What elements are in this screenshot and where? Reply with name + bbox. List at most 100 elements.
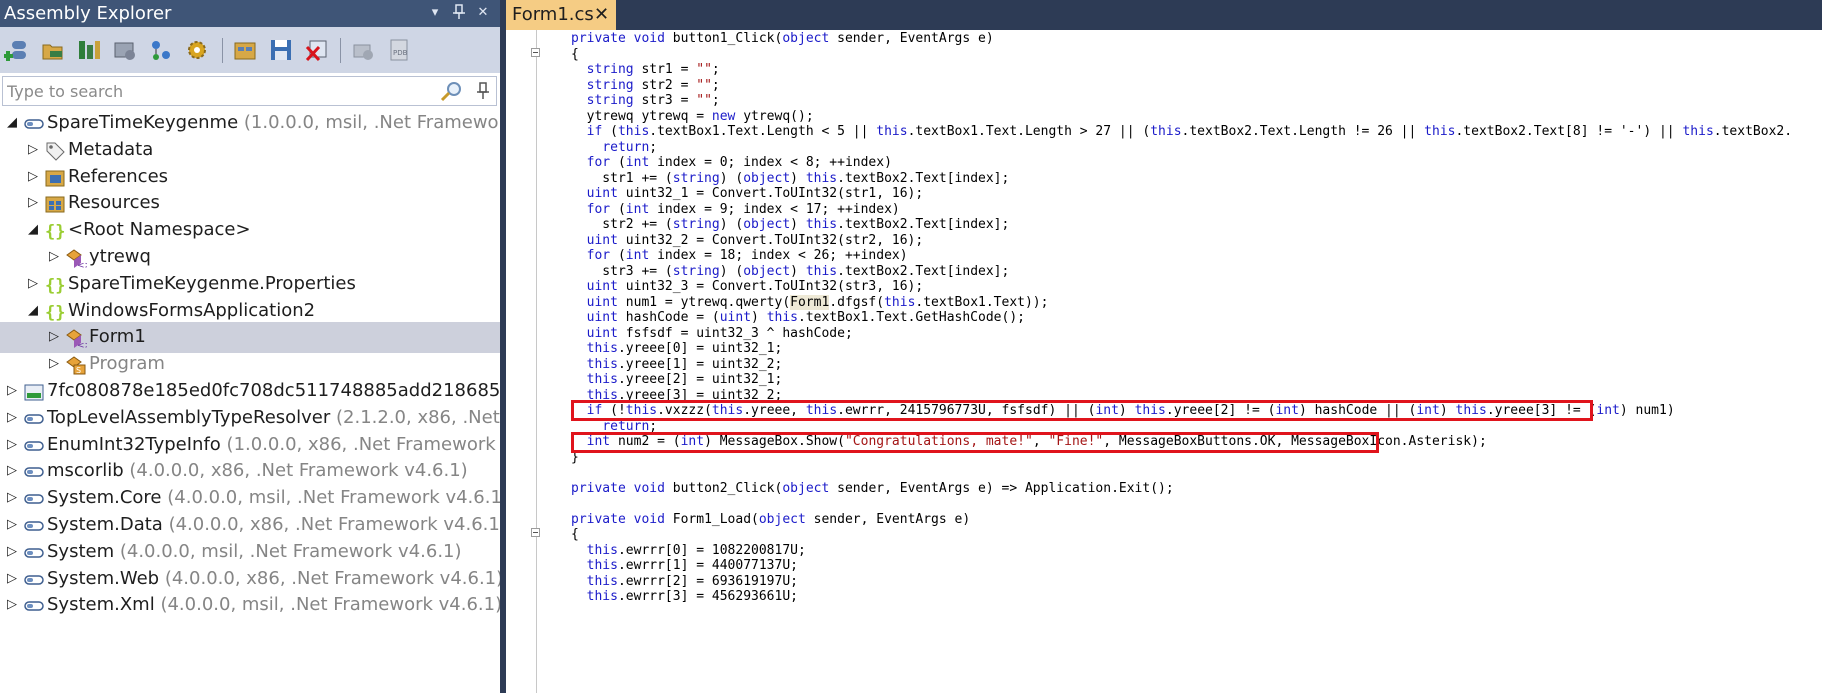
tree-item-name: mscorlib	[47, 460, 124, 482]
pdb-icon[interactable]: PDB	[386, 37, 412, 63]
collapsed-arrow-icon[interactable]: ▷	[5, 596, 19, 614]
tree-item-label: <Root Namespace>	[68, 219, 251, 241]
code-line: private void button2_Click(object sender…	[571, 480, 1174, 496]
tree-item-version: (4.0.0.0, msil, .Net Framework v4.6.1)	[167, 487, 500, 509]
nuget-icon[interactable]	[76, 37, 102, 63]
tree-item-label: SpareTimeKeygenme.Properties	[68, 273, 356, 295]
collapsed-arrow-icon[interactable]: ▷	[5, 489, 19, 507]
tree-item-name: Form1	[89, 326, 146, 348]
assembly-explorer-panel: Assembly Explorer ▾ ✕ PDB Type to search…	[0, 0, 500, 693]
highlight-box-messagebox	[571, 432, 1379, 453]
collapsed-arrow-icon[interactable]: ▷	[5, 436, 19, 454]
tree-item-label: TopLevelAssemblyTypeResolver (2.1.2.0, x…	[47, 407, 500, 429]
code-line: private void button1_Click(object sender…	[571, 31, 994, 46]
collapsed-arrow-icon[interactable]: ▷	[5, 516, 19, 534]
tree-item-label: ytrewq	[89, 246, 151, 268]
tree-item-name: System	[47, 540, 115, 562]
hierarchy-icon[interactable]	[148, 37, 174, 63]
collapsed-arrow-icon[interactable]: ▷	[26, 168, 40, 186]
tree-item-version: (4.0.0.0, msil, .Net Framework v4.6.1)	[160, 594, 500, 616]
tab-form1-cs[interactable]: Form1.cs ✕	[506, 0, 616, 30]
tree-item-label: References	[68, 166, 168, 188]
class-icon: <>	[65, 247, 92, 271]
search-icon[interactable]	[440, 80, 464, 102]
toolbar: PDB	[0, 27, 500, 73]
dropdown-icon[interactable]: ▾	[426, 4, 444, 22]
tree-item-label: Metadata	[68, 139, 153, 161]
tree-item-version: (2.1.2.0, x86, .Net Fran	[336, 406, 500, 428]
assembly-icon	[23, 488, 45, 510]
tab-strip: Form1.cs ✕	[506, 0, 1822, 30]
code-line: this.ewrrr[3] = 456293661U;	[586, 589, 798, 604]
tree-item-version: (4.0.0.0, x86, .Net Framework v4.6.1)	[164, 567, 500, 589]
tree-item[interactable]: ▷ System.Xml (4.0.0.0, msil, .Net Framewo…	[0, 590, 500, 621]
pin-panel-icon[interactable]	[450, 4, 468, 22]
tree-item-name: System.Data	[47, 514, 163, 535]
tree-item-version: (4.0.0.0, x86, .Net Framework v4.6.1)	[129, 460, 468, 482]
assembly-tree: ◢ SpareTimeKeygenme (1.0.0.0, msil, .Net …	[0, 108, 500, 693]
tree-item-name: Resources	[68, 192, 160, 214]
open-folder-icon[interactable]	[40, 37, 66, 63]
tree-item-label: SpareTimeKeygenme (1.0.0.0, msil, .Net F…	[47, 112, 500, 134]
assembly-icon	[23, 569, 45, 591]
tree-item-label: Program	[89, 353, 165, 375]
svg-text:PDB: PDB	[393, 49, 408, 57]
assembly-disabled-icon[interactable]	[350, 37, 376, 63]
tree-item-name: TopLevelAssemblyTypeResolver	[47, 406, 331, 428]
code-line: private void Form1_Load(object sender, E…	[571, 511, 971, 527]
pin-icon[interactable]	[475, 80, 491, 102]
class-icon: <>	[65, 327, 92, 351]
collapsed-arrow-icon[interactable]: ▷	[5, 462, 19, 480]
tree-item-label: EnumInt32TypeInfo (1.0.0.0, x86, .Net Fr…	[47, 434, 500, 456]
collapsed-arrow-icon[interactable]: ▷	[5, 409, 19, 427]
namespace-icon: {}	[44, 274, 66, 296]
expanded-arrow-icon[interactable]: ◢	[26, 221, 40, 239]
fold-toggle-icon[interactable]	[531, 528, 540, 537]
collapsed-arrow-icon[interactable]: ▷	[5, 570, 19, 588]
resources-icon	[44, 193, 66, 215]
code-line: if (this.textBox1.Text.Length < 5 || thi…	[586, 124, 1793, 139]
tree-item-name: Metadata	[68, 138, 154, 160]
folder-group-icon[interactable]	[232, 37, 258, 63]
settings-icon[interactable]	[184, 37, 210, 63]
tree-item-name: EnumInt32TypeInfo	[47, 433, 221, 455]
assembly-icon	[23, 113, 45, 135]
save-icon[interactable]	[268, 37, 294, 63]
collapsed-arrow-icon[interactable]: ▷	[5, 382, 19, 400]
expanded-arrow-icon[interactable]: ◢	[5, 114, 19, 132]
collapsed-arrow-icon[interactable]: ▷	[47, 248, 61, 266]
svg-text:<>: <>	[77, 261, 87, 269]
collapsed-arrow-icon[interactable]: ▷	[26, 141, 40, 159]
svg-text:{}: {}	[45, 276, 65, 296]
namespace-icon: {}	[44, 301, 66, 323]
tree-item-name: System.Web	[47, 567, 160, 589]
tree-item-name: System.Core	[47, 487, 162, 509]
close-panel-icon[interactable]: ✕	[474, 4, 492, 22]
svg-text:{}: {}	[45, 222, 65, 242]
code-editor[interactable]: private void button1_Click(object sender…	[506, 30, 1822, 693]
panel-header: Assembly Explorer ▾ ✕	[0, 0, 500, 27]
remove-icon[interactable]	[304, 37, 330, 63]
assembly-icon	[23, 461, 45, 483]
tree-item-label: System.Xml (4.0.0.0, msil, .Net Framewor…	[47, 594, 500, 616]
expanded-arrow-icon[interactable]: ◢	[26, 302, 40, 320]
collapsed-arrow-icon[interactable]: ▷	[47, 328, 61, 346]
namespace-icon: {}	[44, 220, 66, 242]
collapsed-arrow-icon[interactable]: ▷	[5, 543, 19, 561]
collapsed-arrow-icon[interactable]: ▷	[47, 355, 61, 373]
search-input[interactable]	[7, 81, 427, 101]
tree-item-name: SpareTimeKeygenme	[47, 112, 239, 133]
tree-item-name: ytrewq	[89, 246, 151, 267]
assembly-icon	[23, 515, 45, 537]
tree-item-name: SpareTimeKeygenme.Properties	[68, 272, 356, 294]
fold-toggle-icon[interactable]	[531, 48, 540, 57]
collapsed-arrow-icon[interactable]: ▷	[26, 194, 40, 212]
collapsed-arrow-icon[interactable]: ▷	[26, 275, 40, 293]
tree-item-name: <Root Namespace>	[68, 219, 251, 241]
svg-text:{}: {}	[45, 303, 65, 323]
tab-close-icon[interactable]: ✕	[594, 4, 609, 26]
tree-item-name: 7fc080878e185ed0fc708dc511748885add21868…	[47, 380, 500, 401]
references-icon	[44, 167, 66, 189]
add-assembly-icon[interactable]	[3, 37, 30, 63]
assembly-list-icon[interactable]	[112, 37, 138, 63]
